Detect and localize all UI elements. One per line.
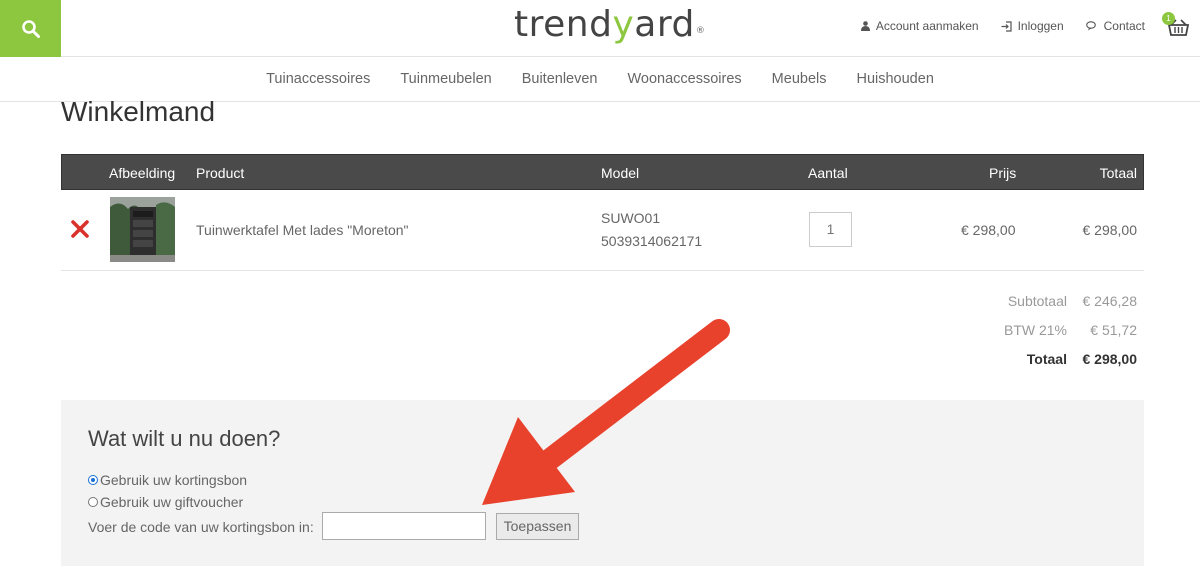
product-total: € 298,00 [1082, 222, 1138, 238]
cart-button[interactable]: 1 [1162, 12, 1192, 38]
cart-totals: Subtotaal € 246,28 BTW 21% € 51,72 Totaa… [1004, 293, 1137, 380]
product-ean: 5039314062171 [601, 233, 703, 249]
vat-row: BTW 21% € 51,72 [1004, 322, 1137, 351]
cart-count-badge: 1 [1162, 12, 1175, 25]
table-row: Tuinwerktafel Met lades "Moreton" SUWO01… [61, 190, 1144, 271]
chat-icon [1085, 21, 1096, 31]
nav-item-tuinaccessoires[interactable]: Tuinaccessoires [251, 71, 385, 87]
next-steps-panel: Wat wilt u nu doen? Gebruik uw kortingsb… [61, 400, 1144, 566]
vat-value: € 51,72 [1090, 322, 1137, 338]
remove-item-button[interactable] [70, 219, 90, 242]
account-link-label: Account aanmaken [875, 19, 979, 33]
user-icon [860, 21, 870, 31]
product-name-link[interactable]: Tuinwerktafel Met lades "Moreton" [196, 222, 409, 238]
cart-table: Afbeelding Product Model Aantal Prijs To… [61, 154, 1144, 271]
column-header-product: Product [196, 165, 245, 181]
column-header-qty: Aantal [808, 165, 848, 181]
login-link[interactable]: Inloggen [1001, 19, 1064, 33]
contact-link[interactable]: Contact [1085, 19, 1145, 33]
total-value: € 298,00 [1082, 351, 1138, 367]
site-logo[interactable]: trendyard® [514, 2, 705, 48]
coupon-code-input[interactable] [322, 512, 486, 540]
coupon-option-label: Gebruik uw kortingsbon [100, 472, 248, 488]
account-link[interactable]: Account aanmaken [860, 19, 979, 33]
subtotal-label: Subtotaal [1007, 293, 1067, 309]
total-label: Totaal [1026, 351, 1067, 367]
search-button[interactable] [0, 0, 61, 57]
column-header-total: Totaal [1099, 165, 1137, 181]
site-header: trendyard® Account aanmaken Inloggen Con… [0, 0, 1200, 57]
subtotal-value: € 246,28 [1082, 293, 1138, 309]
nav-item-woonaccessoires[interactable]: Woonaccessoires [612, 71, 756, 87]
quantity-input[interactable]: 1 [809, 212, 852, 247]
voucher-radio[interactable] [88, 497, 98, 507]
column-header-model: Model [601, 165, 640, 181]
panel-title: Wat wilt u nu doen? [88, 426, 281, 451]
product-image[interactable] [110, 197, 175, 265]
close-icon [71, 220, 89, 238]
coupon-code-label: Voer de code van uw kortingsbon in: [88, 519, 314, 535]
product-model: SUWO01 [601, 210, 661, 226]
voucher-option-label: Gebruik uw giftvoucher [100, 494, 244, 510]
nav-item-tuinmeubelen[interactable]: Tuinmeubelen [385, 71, 506, 87]
contact-link-label: Contact [1103, 19, 1145, 33]
total-row: Totaal € 298,00 [1004, 351, 1137, 380]
login-icon [1001, 20, 1012, 32]
subtotal-row: Subtotaal € 246,28 [1004, 293, 1137, 322]
search-icon [21, 19, 40, 38]
top-links: Account aanmaken Inloggen Contact [860, 19, 1145, 33]
nav-item-huishouden[interactable]: Huishouden [841, 71, 948, 87]
coupon-option[interactable]: Gebruik uw kortingsbon [88, 472, 247, 488]
coupon-radio[interactable] [88, 475, 98, 485]
column-header-image: Afbeelding [109, 165, 176, 181]
nav-item-buitenleven[interactable]: Buitenleven [507, 71, 613, 87]
login-link-label: Inloggen [1017, 19, 1064, 33]
voucher-option[interactable]: Gebruik uw giftvoucher [88, 494, 243, 510]
page-title: Winkelmand [61, 96, 216, 127]
column-header-price: Prijs [989, 165, 1017, 181]
nav-item-meubels[interactable]: Meubels [757, 71, 842, 87]
apply-coupon-button[interactable]: Toepassen [496, 513, 579, 540]
vat-label: BTW 21% [1003, 322, 1067, 338]
cart-table-header: Afbeelding Product Model Aantal Prijs To… [61, 154, 1144, 190]
product-price: € 298,00 [961, 222, 1016, 238]
